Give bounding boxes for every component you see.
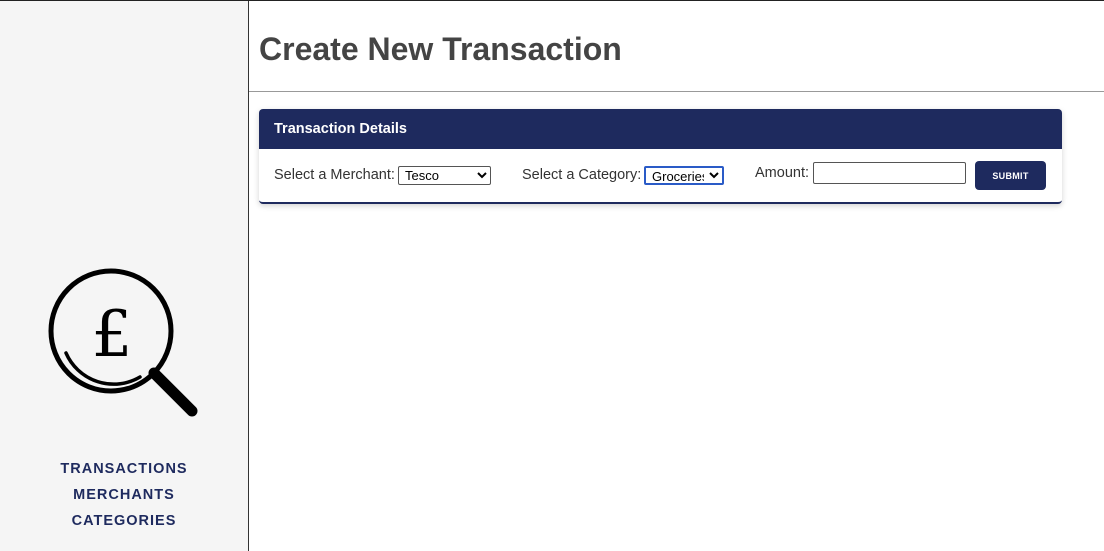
nav-link-transactions[interactable]: TRANSACTIONS <box>0 456 248 482</box>
magnifier-pound-icon: £ <box>44 265 204 423</box>
nav-link-merchants[interactable]: MERCHANTS <box>0 482 248 508</box>
transaction-form: Select a Merchant: Tesco Select a Catego… <box>259 149 1062 202</box>
app-window: £ TRANSACTIONS MERCHANTS CATEGORIES Crea… <box>0 0 1104 551</box>
card-header: Transaction Details <box>259 109 1062 149</box>
svg-text:£: £ <box>92 298 133 372</box>
page-title: Create New Transaction <box>259 31 622 67</box>
main-content: Create New Transaction Transaction Detai… <box>249 1 1104 551</box>
sidebar: £ TRANSACTIONS MERCHANTS CATEGORIES <box>0 1 249 551</box>
nav-link-categories[interactable]: CATEGORIES <box>0 508 248 534</box>
merchant-select[interactable]: Tesco <box>398 166 491 185</box>
amount-input[interactable] <box>813 162 966 184</box>
submit-button[interactable]: SUBMIT <box>975 161 1046 190</box>
category-select[interactable]: Groceries <box>644 166 724 185</box>
sidebar-nav: TRANSACTIONS MERCHANTS CATEGORIES <box>0 456 248 534</box>
category-label: Select a Category: <box>522 167 642 183</box>
transaction-form-card: Transaction Details Select a Merchant: T… <box>259 109 1062 204</box>
title-divider <box>249 91 1104 92</box>
merchant-label: Select a Merchant: <box>274 167 395 183</box>
amount-label: Amount: <box>755 165 809 181</box>
